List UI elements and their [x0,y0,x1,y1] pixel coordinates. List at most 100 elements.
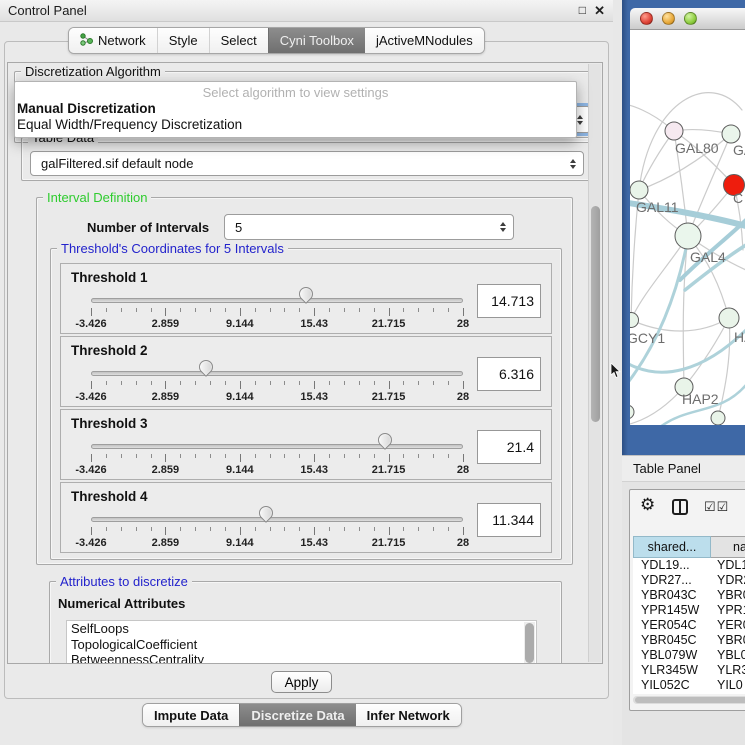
threshold-2-slider[interactable]: -3.4262.8599.14415.4321.71528 [91,365,463,406]
axis-tick-label: 2.859 [152,537,180,549]
slider-tick [433,527,434,531]
tab-network[interactable]: Network [69,28,157,53]
numerical-attributes-list[interactable]: SelfLoopsTopologicalCoefficientBetweenne… [66,620,537,664]
threshold-2-value-field[interactable]: 6.316 [477,357,541,391]
slider-tick [195,381,196,385]
shared-name-cell[interactable]: YBR045C [633,633,711,648]
shared-name-cell[interactable]: YDL19... [633,558,711,573]
slider-tick [344,454,345,458]
shared-name-cell[interactable]: YBR043C [633,588,711,603]
table-row[interactable]: YER054CYER0 [633,618,745,633]
name-cell[interactable]: YER0 [711,618,745,633]
slider-tick [329,454,330,458]
slider-track[interactable] [91,444,463,449]
shared-name-cell[interactable]: YER054C [633,618,711,633]
threshold-3-value-field[interactable]: 21.4 [477,430,541,464]
slider-tick [195,308,196,312]
tab-discretize-data[interactable]: Discretize Data [239,704,355,726]
close-icon[interactable]: ✕ [594,3,605,19]
name-cell[interactable]: YBL0 [711,648,745,663]
column-header-shared-name[interactable]: shared... [633,536,711,558]
content-scrollbar[interactable] [588,64,601,662]
option-equal-width-frequency[interactable]: Equal Width/Frequency Discretization [15,117,576,133]
scrollbar-thumb[interactable] [635,697,745,703]
name-cell[interactable]: YIL0 [711,678,745,693]
name-cell[interactable]: YDL1 [711,558,745,573]
network-node[interactable] [722,125,740,143]
attribute-item[interactable]: SelfLoops [67,621,536,637]
column-checkboxes-icon[interactable]: ☑☑ [704,499,729,515]
apply-button[interactable]: Apply [271,671,332,693]
tab-impute-data[interactable]: Impute Data [143,704,239,726]
slider-tick [225,381,226,385]
slider-track[interactable] [91,517,463,522]
shared-name-cell[interactable]: YIL052C [633,678,711,693]
slider-tick [136,527,137,531]
slider-tick [374,381,375,385]
slider-tick-labels: -3.4262.8599.14415.4321.71528 [91,318,463,330]
threshold-3-slider[interactable]: -3.4262.8599.14415.4321.71528 [91,438,463,479]
network-window-titlebar[interactable] [630,8,745,30]
name-cell[interactable]: YPR1 [711,603,745,618]
combo-value: 5 [235,220,242,235]
table-row[interactable]: YBR045CYBR0 [633,633,745,648]
slider-tick [433,454,434,458]
name-cell[interactable]: YBR0 [711,588,745,603]
float-window-icon[interactable]: □ [579,3,586,17]
slider-tick [448,308,449,312]
settings-gear-icon[interactable]: ⚙ [640,495,655,515]
name-cell[interactable]: YBR0 [711,633,745,648]
attribute-item[interactable]: TopologicalCoefficient [67,637,536,653]
network-window: GAL80GACGAL11GAL4GCY1HAHAP2 [630,8,745,425]
number-of-intervals-combobox[interactable]: 5 [224,214,514,240]
shared-name-cell[interactable]: YDR27... [633,573,711,588]
slider-tick [403,308,404,312]
network-node[interactable] [630,405,634,419]
table-row[interactable]: YBL079WYBL0 [633,648,745,663]
name-cell[interactable]: YDR2 [711,573,745,588]
attributes-scrollbar[interactable] [524,622,535,664]
network-node[interactable] [711,411,725,425]
name-cell[interactable]: YLR3 [711,663,745,678]
network-node[interactable] [630,313,639,328]
tab-cyni-toolbox[interactable]: Cyni Toolbox [268,28,365,53]
shared-name-cell[interactable]: YPR145W [633,603,711,618]
network-node[interactable] [665,122,683,140]
tab-infer-network[interactable]: Infer Network [356,704,461,726]
slider-track[interactable] [91,371,463,376]
axis-tick-label: 21.715 [372,318,406,330]
tab-style[interactable]: Style [157,28,209,53]
option-manual-discretization[interactable]: Manual Discretization [15,101,576,117]
threshold-4-value-field[interactable]: 11.344 [477,503,541,537]
shared-name-cell[interactable]: YBL079W [633,648,711,663]
zoom-traffic-light[interactable] [684,12,697,25]
scrollbar-thumb[interactable] [591,206,600,422]
slider-track[interactable] [91,298,463,303]
minimize-traffic-light[interactable] [662,12,675,25]
tab-label: Cyni Toolbox [280,33,354,48]
attribute-item[interactable]: BetweennessCentrality [67,652,536,664]
slider-tick [403,454,404,458]
table-row[interactable]: YDR27...YDR2 [633,573,745,588]
threshold-4-slider[interactable]: -3.4262.8599.14415.4321.71528 [91,511,463,552]
table-row[interactable]: YPR145WYPR1 [633,603,745,618]
table-horizontal-scrollbar[interactable] [633,696,745,704]
threshold-1-slider[interactable]: -3.4262.8599.14415.4321.71528 [91,292,463,333]
table-row[interactable]: YLR345WYLR3 [633,663,745,678]
table-row[interactable]: YBR043CYBR0 [633,588,745,603]
column-header-name[interactable]: na [711,536,745,558]
network-node[interactable] [630,181,648,199]
scrollbar-thumb[interactable] [525,623,534,663]
threshold-1-value-field[interactable]: 14.713 [477,284,541,318]
network-node[interactable] [719,308,739,328]
close-traffic-light[interactable] [640,12,653,25]
shared-name-cell[interactable]: YLR345W [633,663,711,678]
table-row[interactable]: YIL052CYIL0 [633,678,745,693]
network-view-canvas[interactable]: GAL80GACGAL11GAL4GCY1HAHAP2 [630,30,745,425]
tab-jactivemnodules[interactable]: jActiveMNodules [365,28,484,53]
network-node[interactable] [675,223,701,249]
tab-select[interactable]: Select [209,28,268,53]
column-layout-icon[interactable] [672,499,688,515]
table-row[interactable]: YDL19...YDL1 [633,558,745,573]
table-data-combobox[interactable]: galFiltered.sif default node [30,151,584,176]
